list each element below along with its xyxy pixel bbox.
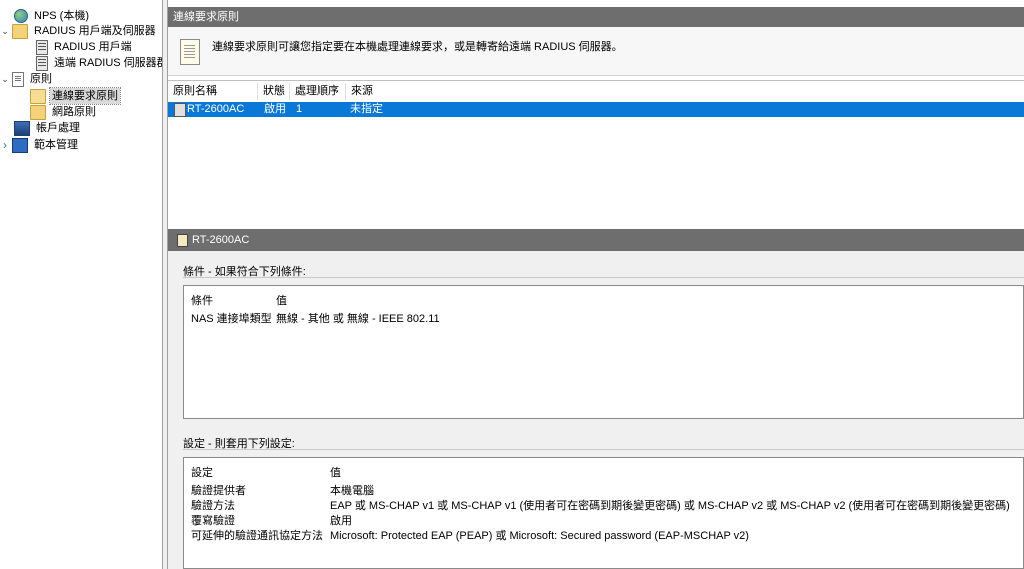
divider xyxy=(183,277,1024,278)
tree-node-templates-management[interactable]: › 範本管理 xyxy=(0,137,80,153)
details-pane: 連線要求原則 連線要求原則可讓您指定要在本機處理連線要求，或是轉寄給遠端 RAD… xyxy=(168,0,1024,569)
setting-value: EAP 或 MS-CHAP v1 或 MS-CHAP v1 (使用者可在密碼到期… xyxy=(330,500,1010,512)
conditions-panel: 條件 值 NAS 連接埠類型 無線 - 其他 或 無線 - IEEE 802.1… xyxy=(183,285,1024,419)
page-title: 連線要求原則 xyxy=(168,7,1024,27)
column-header-source[interactable]: 來源 xyxy=(346,83,426,100)
column-header-status[interactable]: 狀態 xyxy=(258,83,290,100)
tree-node-label: 原則 xyxy=(30,73,52,85)
grid-icon xyxy=(36,39,48,55)
setting-value: Microsoft: Protected EAP (PEAP) 或 Micros… xyxy=(330,530,749,542)
setting-name: 覆寫驗證 xyxy=(191,515,235,527)
open-folder-icon xyxy=(30,88,46,104)
condition-name: NAS 連接埠類型 xyxy=(191,313,272,325)
grid-icon xyxy=(36,55,48,71)
column-header-policy-name[interactable]: 原則名稱 xyxy=(168,83,258,100)
expand-collapse-icon[interactable]: › xyxy=(0,137,10,153)
folder-icon xyxy=(30,104,46,120)
tree-node-network-policies[interactable]: 網路原則 xyxy=(30,104,98,120)
folder-icon xyxy=(12,23,28,39)
expand-collapse-icon[interactable]: ⌄ xyxy=(0,71,10,87)
description-text: 連線要求原則可讓您指定要在本機處理連線要求，或是轉寄給遠端 RADIUS 伺服器… xyxy=(212,41,623,53)
conditions-header-value: 值 xyxy=(276,295,287,307)
policy-document-icon xyxy=(180,39,200,65)
description-panel: 連線要求原則可讓您指定要在本機處理連線要求，或是轉寄給遠端 RADIUS 伺服器… xyxy=(168,27,1024,76)
policy-list: 原則名稱 狀態 處理順序 來源 RT-2600AC 啟用 1 未指定 xyxy=(168,80,1024,226)
setting-name: 可延伸的驗證通訊協定方法 xyxy=(191,530,323,542)
setting-name: 驗證方法 xyxy=(191,500,235,512)
monitor-icon xyxy=(12,137,28,153)
cell-status: 啟用 xyxy=(264,103,286,115)
tree-node-radius-clients[interactable]: RADIUS 用戶端 xyxy=(36,39,134,55)
tree-node-connection-request-policies[interactable]: 連線要求原則 xyxy=(30,87,121,105)
tree-node-radius-clients-servers[interactable]: ⌄ RADIUS 用戶端及伺服器 xyxy=(0,23,158,39)
setting-name: 驗證提供者 xyxy=(191,485,246,497)
table-row[interactable]: RT-2600AC 啟用 1 未指定 xyxy=(168,102,1024,117)
cell-processing-order: 1 xyxy=(296,103,303,115)
condition-value: 無線 - 其他 或 無線 - IEEE 802.11 xyxy=(276,313,440,325)
settings-panel: 設定 值 驗證提供者 本機電腦 驗證方法 EAP 或 MS-CHAP v1 或 … xyxy=(183,457,1024,569)
column-header-processing-order[interactable]: 處理順序 xyxy=(290,83,346,100)
tree-node-label: RADIUS 用戶端 xyxy=(54,41,132,53)
tree-node-remote-radius-server-groups[interactable]: 遠端 RADIUS 伺服器群 xyxy=(36,55,163,71)
tree-node-label: NPS (本機) xyxy=(34,10,89,22)
settings-header-value: 值 xyxy=(330,467,341,479)
tree-node-label: 帳戶處理 xyxy=(36,122,80,134)
document-icon xyxy=(12,71,24,87)
tree-node-policies[interactable]: ⌄ 原則 xyxy=(0,71,54,87)
tree-node-nps-local[interactable]: NPS (本機) xyxy=(2,8,91,24)
detail-header: RT-2600AC xyxy=(168,229,1024,251)
accounting-icon xyxy=(14,120,30,136)
conditions-header-condition: 條件 xyxy=(191,295,213,307)
divider xyxy=(183,449,1024,450)
tree-node-label: 遠端 RADIUS 伺服器群 xyxy=(54,57,163,69)
settings-header-setting: 設定 xyxy=(191,467,213,479)
tree-node-label: RADIUS 用戶端及伺服器 xyxy=(34,25,156,37)
tree-node-label: 連線要求原則 xyxy=(49,87,121,105)
policy-icon xyxy=(177,234,188,247)
setting-value: 啟用 xyxy=(330,515,352,527)
detail-pane: 條件 - 如果符合下列條件: 條件 值 NAS 連接埠類型 無線 - 其他 或 … xyxy=(168,251,1024,569)
detail-title: RT-2600AC xyxy=(192,234,250,246)
tree-node-label: 網路原則 xyxy=(52,106,96,118)
cell-source: 未指定 xyxy=(350,103,383,115)
tree-node-label: 範本管理 xyxy=(34,139,78,151)
tree-node-accounting[interactable]: 帳戶處理 xyxy=(14,120,82,136)
globe-icon xyxy=(14,9,28,23)
console-tree: NPS (本機) ⌄ RADIUS 用戶端及伺服器 RADIUS 用戶端 遠端 … xyxy=(0,0,163,569)
expand-collapse-icon[interactable]: ⌄ xyxy=(0,23,10,39)
cell-policy-name: RT-2600AC xyxy=(187,103,245,115)
setting-value: 本機電腦 xyxy=(330,485,374,497)
